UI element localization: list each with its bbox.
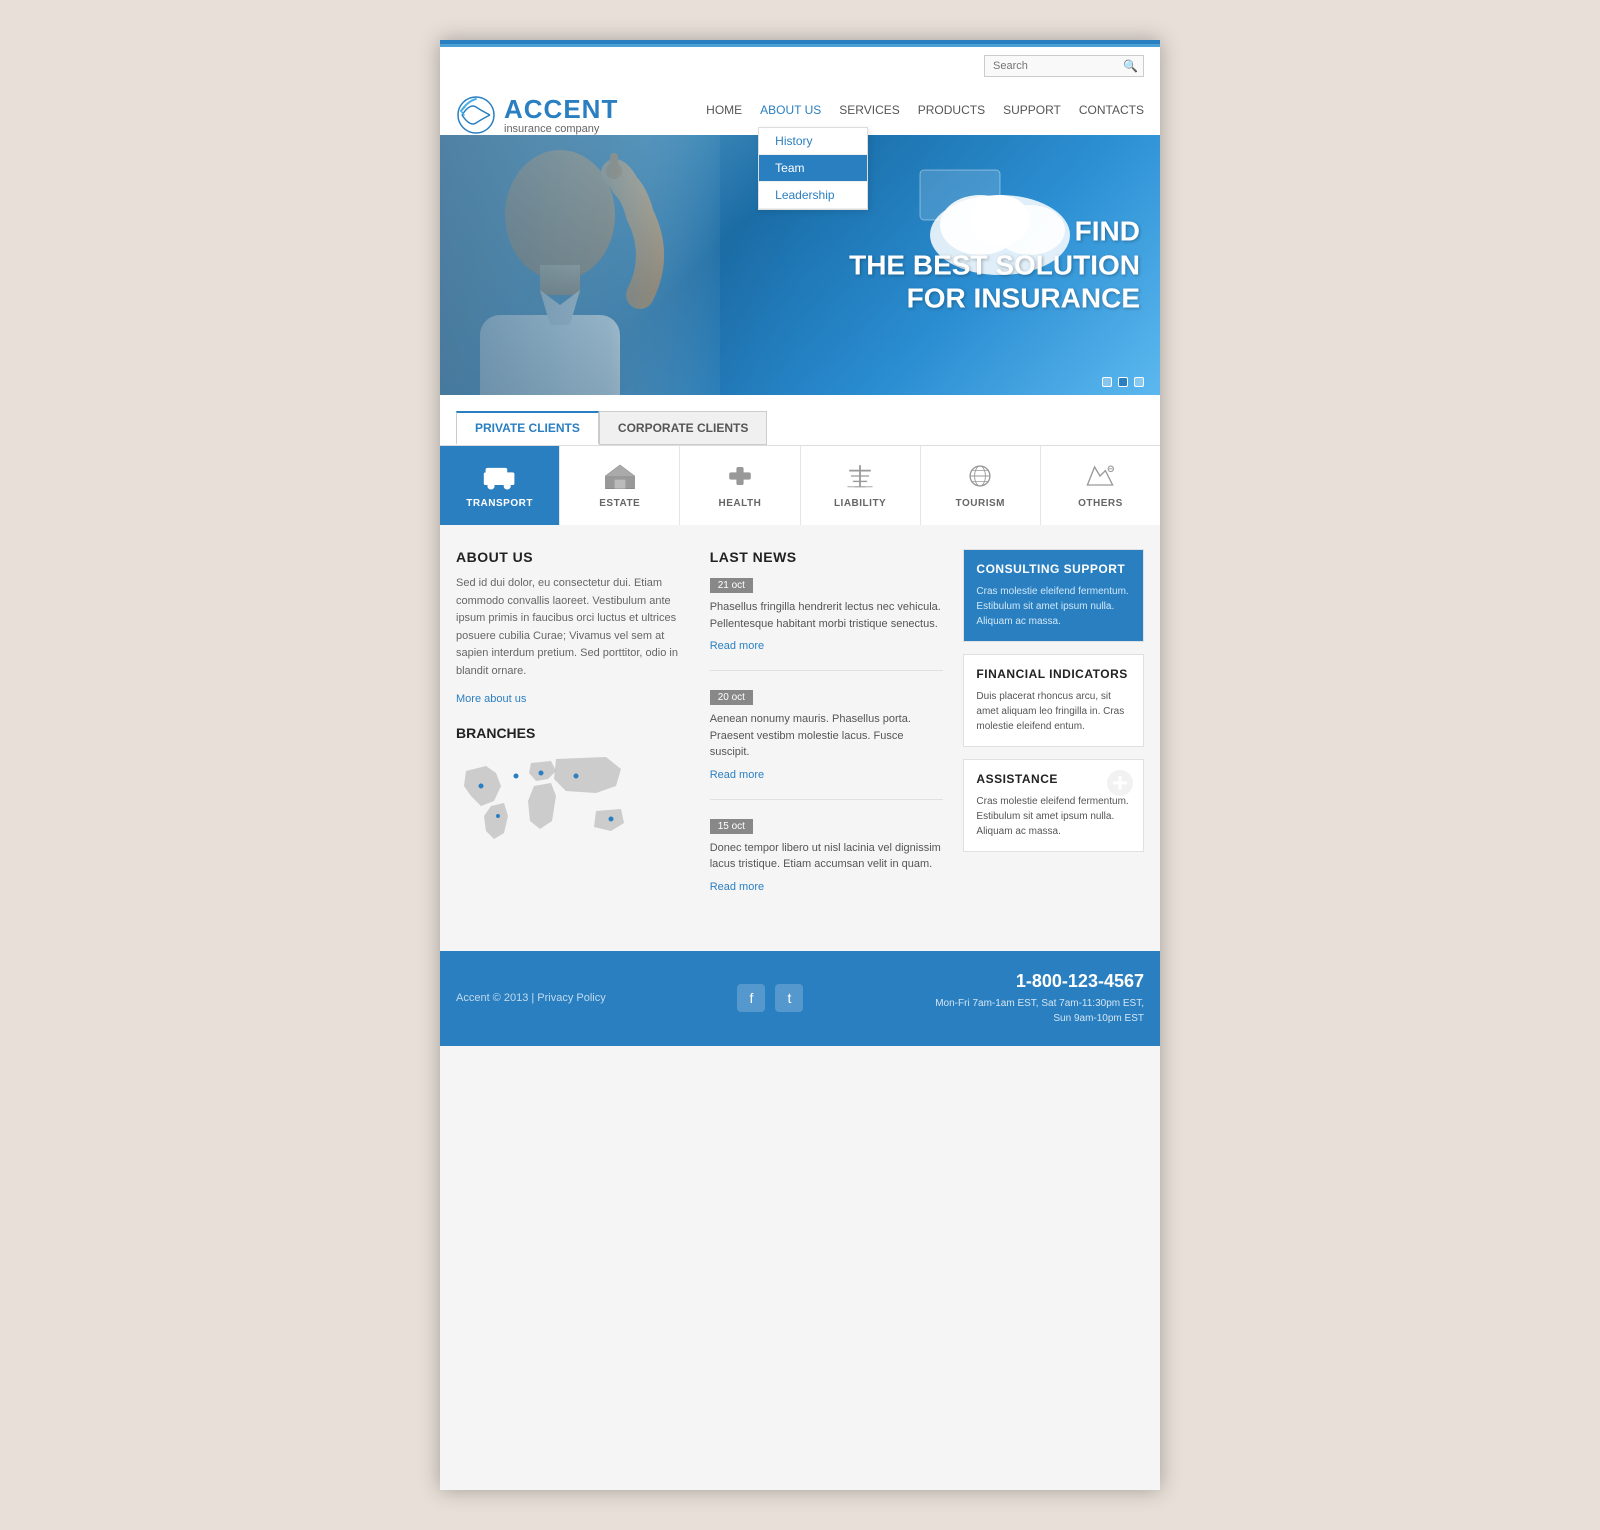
- hero-line1: FIND: [1075, 216, 1140, 247]
- search-box[interactable]: 🔍: [984, 55, 1144, 77]
- logo-icon: [456, 95, 496, 135]
- others-icon: [1082, 462, 1118, 490]
- col-mid: LAST NEWS 21 oct Phasellus fringilla hen…: [710, 549, 944, 927]
- liability-icon: [842, 462, 878, 490]
- news-text-0: Phasellus fringilla hendrerit lectus nec…: [710, 599, 944, 632]
- footer-right: 1-800-123-4567 Mon-Fri 7am-1am EST, Sat …: [935, 971, 1144, 1026]
- estate-icon: [602, 462, 638, 490]
- content-area: ABOUT US Sed id dui dolor, eu consectetu…: [440, 525, 1160, 951]
- facebook-button[interactable]: f: [737, 984, 765, 1012]
- icon-cell-health[interactable]: HEALTH: [680, 446, 800, 525]
- col-right: CONSULTING SUPPORT Cras molestie eleifen…: [963, 549, 1144, 927]
- news-link-0[interactable]: Read more: [710, 640, 764, 652]
- dropdown-history[interactable]: History: [759, 128, 867, 155]
- footer: Accent © 2013 | Privacy Policy f t 1-800…: [440, 951, 1160, 1046]
- twitter-button[interactable]: t: [775, 984, 803, 1012]
- tourism-icon: [962, 462, 998, 490]
- footer-phone: 1-800-123-4567: [935, 971, 1144, 992]
- about-us-body: Sed id dui dolor, eu consectetur dui. Et…: [456, 575, 690, 681]
- consulting-title: CONSULTING SUPPORT: [976, 562, 1131, 576]
- news-date-2: 15 oct: [710, 819, 753, 834]
- hero-text: FIND THE BEST SOLUTION FOR INSURANCE: [849, 215, 1140, 316]
- logo-area: ACCENT insurance company: [456, 95, 618, 135]
- about-us-link[interactable]: More about us: [456, 693, 526, 705]
- hero-person-image: [440, 135, 720, 395]
- main-nav: HOME ABOUT US SERVICES PRODUCTS SUPPORT …: [706, 99, 1144, 131]
- dropdown-leadership[interactable]: Leadership: [759, 182, 867, 209]
- hero-line2: THE BEST SOLUTION: [849, 249, 1140, 280]
- news-item-1: 20 oct Aenean nonumy mauris. Phasellus p…: [710, 687, 944, 800]
- logo-title: ACCENT: [504, 96, 618, 122]
- others-label: OTHERS: [1078, 498, 1123, 509]
- dropdown-team[interactable]: Team: [759, 155, 867, 182]
- news-date-1: 20 oct: [710, 690, 753, 705]
- nav-services[interactable]: SERVICES: [839, 99, 899, 121]
- assistance-icon: [1105, 768, 1135, 798]
- tourism-label: TOURISM: [956, 498, 1005, 509]
- icon-cell-liability[interactable]: LIABILITY: [801, 446, 921, 525]
- hero-dot-3[interactable]: [1134, 377, 1144, 387]
- consulting-text: Cras molestie eleifend fermentum. Estibu…: [976, 584, 1131, 629]
- liability-label: LIABILITY: [834, 498, 886, 509]
- news-date-0: 21 oct: [710, 578, 753, 593]
- news-text-2: Donec tempor libero ut nisl lacinia vel …: [710, 840, 944, 873]
- transport-label: TRANSPORT: [466, 498, 533, 509]
- search-input[interactable]: [993, 60, 1123, 72]
- card-assistance: ASSISTANCE Cras molestie eleifend fermen…: [963, 759, 1144, 852]
- footer-copyright: Accent © 2013 | Privacy Policy: [456, 992, 606, 1004]
- icon-cell-estate[interactable]: ESTATE: [560, 446, 680, 525]
- header: ACCENT insurance company HOME ABOUT US S…: [440, 85, 1160, 135]
- tabs-section: PRIVATE CLIENTS CORPORATE CLIENTS: [440, 395, 1160, 445]
- card-consulting: CONSULTING SUPPORT Cras molestie eleifen…: [963, 549, 1144, 642]
- nav-products[interactable]: PRODUCTS: [918, 99, 985, 121]
- news-link-2[interactable]: Read more: [710, 881, 764, 893]
- about-us-title: ABOUT US: [456, 549, 690, 565]
- nav-support[interactable]: SUPPORT: [1003, 99, 1061, 121]
- icon-cell-transport[interactable]: TRANSPORT: [440, 446, 560, 525]
- icon-grid: TRANSPORT ESTATE HEALTH: [440, 445, 1160, 525]
- hero-dot-1[interactable]: [1102, 377, 1112, 387]
- health-icon: [722, 462, 758, 490]
- card-financial: FINANCIAL INDICATORS Duis placerat rhonc…: [963, 654, 1144, 747]
- tab-private-clients[interactable]: PRIVATE CLIENTS: [456, 411, 599, 445]
- nav-about-us[interactable]: ABOUT US: [760, 99, 821, 121]
- news-link-1[interactable]: Read more: [710, 769, 764, 781]
- col-left: ABOUT US Sed id dui dolor, eu consectetu…: [456, 549, 690, 927]
- nav-contacts[interactable]: CONTACTS: [1079, 99, 1144, 121]
- financial-title: FINANCIAL INDICATORS: [976, 667, 1131, 681]
- news-item-2: 15 oct Donec tempor libero ut nisl lacin…: [710, 816, 944, 911]
- news-item-0: 21 oct Phasellus fringilla hendrerit lec…: [710, 575, 944, 671]
- tab-buttons: PRIVATE CLIENTS CORPORATE CLIENTS: [456, 411, 1144, 445]
- about-us-dropdown: History Team Leadership: [758, 127, 868, 210]
- estate-label: ESTATE: [599, 498, 640, 509]
- hero-dot-2[interactable]: [1118, 377, 1128, 387]
- branches-title: BRANCHES: [456, 725, 690, 741]
- hero-line3: FOR INSURANCE: [907, 283, 1140, 314]
- news-text-1: Aenean nonumy mauris. Phasellus porta. P…: [710, 711, 944, 761]
- footer-hours: Mon-Fri 7am-1am EST, Sat 7am-11:30pm EST…: [935, 996, 1144, 1026]
- nav-home[interactable]: HOME: [706, 99, 742, 121]
- financial-text: Duis placerat rhoncus arcu, sit amet ali…: [976, 689, 1131, 734]
- icon-cell-others[interactable]: OTHERS: [1041, 446, 1160, 525]
- logo-subtitle: insurance company: [504, 124, 618, 135]
- top-bar: 🔍: [440, 44, 1160, 85]
- world-map: [456, 751, 636, 851]
- health-label: HEALTH: [719, 498, 762, 509]
- transport-icon: [482, 462, 518, 490]
- logo-text-area: ACCENT insurance company: [504, 96, 618, 135]
- hero-dots: [1102, 377, 1144, 387]
- icon-cell-tourism[interactable]: TOURISM: [921, 446, 1041, 525]
- tab-corporate-clients[interactable]: CORPORATE CLIENTS: [599, 411, 767, 445]
- footer-social: f t: [737, 984, 803, 1012]
- news-title: LAST NEWS: [710, 549, 944, 565]
- assistance-text: Cras molestie eleifend fermentum. Estibu…: [976, 794, 1131, 839]
- search-icon: 🔍: [1123, 59, 1138, 73]
